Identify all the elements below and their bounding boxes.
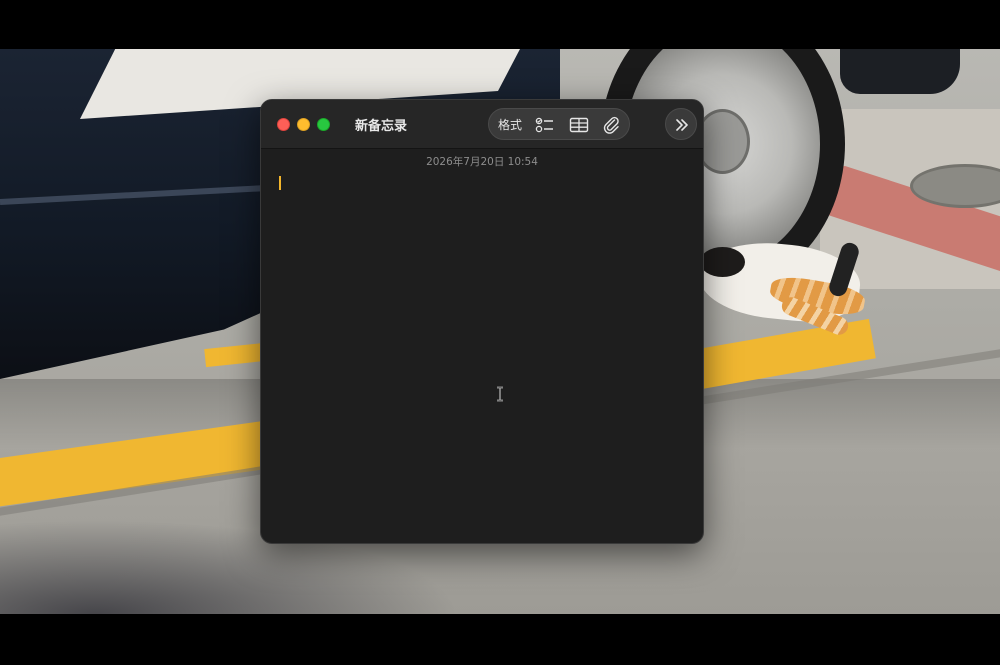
window-titlebar[interactable]: 新备忘录 格式: [261, 100, 703, 149]
notes-window: 新备忘录 格式 2026年7月20日 10:54: [260, 99, 704, 544]
note-toolbar: 格式: [488, 108, 630, 140]
wallpaper-car-bumper: [840, 49, 960, 94]
minimize-window-button[interactable]: [297, 118, 310, 131]
window-title: 新备忘录: [355, 119, 408, 134]
note-editor[interactable]: [261, 170, 703, 543]
zoom-window-button[interactable]: [317, 118, 330, 131]
close-window-button[interactable]: [277, 118, 290, 131]
table-icon[interactable]: [567, 114, 591, 136]
wallpaper-cat-patch: [700, 247, 745, 277]
format-button[interactable]: 格式: [498, 116, 522, 133]
ibeam-cursor-icon: [495, 386, 505, 406]
text-caret: [279, 176, 281, 190]
more-toolbar-button[interactable]: [665, 108, 697, 140]
attachment-icon[interactable]: [599, 114, 623, 136]
wallpaper-yellow-line: [204, 342, 266, 368]
checklist-icon[interactable]: [533, 114, 557, 136]
note-date: 2026年7月20日 10:54: [426, 156, 538, 168]
